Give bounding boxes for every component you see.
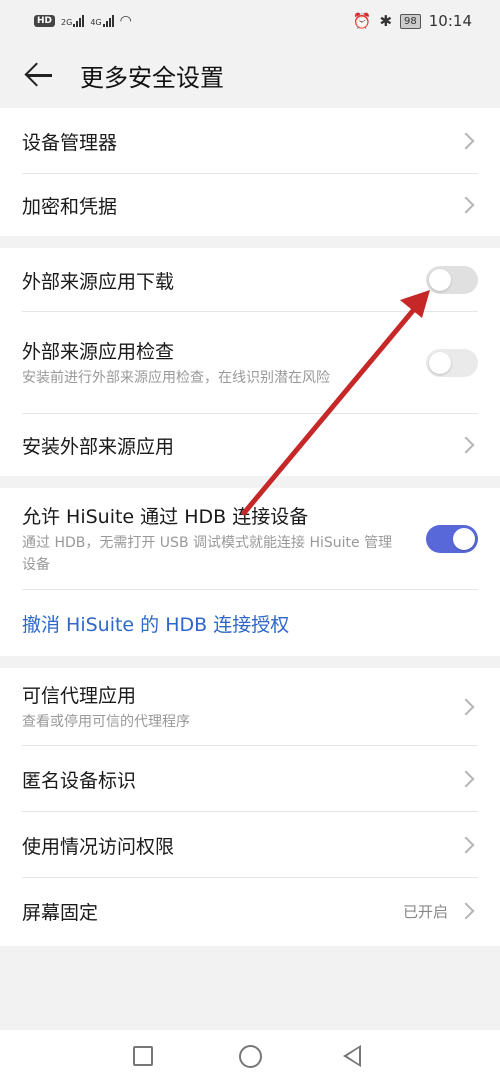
settings-group-hisuite: 允许 HiSuite 通过 HDB 连接设备 通过 HDB，无需打开 USB 调… (0, 488, 500, 656)
item-label: 屏幕固定 (22, 901, 99, 924)
screen-pinning-status: 已开启 (402, 902, 448, 921)
usage-access-item[interactable]: 使用情况访问权限 (22, 812, 478, 878)
chevron-right-icon (457, 902, 475, 920)
anonymous-id-item[interactable]: 匿名设备标识 (22, 746, 478, 812)
item-label: 可信代理应用 (22, 685, 137, 707)
signal-icon: 2G (61, 15, 85, 27)
chevron-right-icon (457, 698, 475, 716)
home-icon[interactable] (239, 1045, 262, 1068)
external-check-toggle[interactable] (426, 349, 478, 377)
chevron-right-icon (457, 132, 475, 150)
chevron-right-icon (457, 836, 475, 854)
battery-icon: 98 (400, 13, 421, 29)
item-label: 外部来源应用下载 (22, 270, 175, 293)
hd-badge: HD (34, 15, 56, 27)
item-label: 安装外部来源应用 (22, 435, 175, 458)
wifi-icon: ◠ (119, 13, 132, 29)
signal-icon: 4G (90, 15, 114, 27)
alarm-icon: ⏰ (352, 12, 372, 30)
encryption-credentials-item[interactable]: 加密和凭据 (22, 174, 478, 236)
item-label: 匿名设备标识 (22, 769, 137, 792)
chevron-right-icon (457, 436, 475, 454)
settings-group-misc: 可信代理应用 查看或停用可信的代理程序 匿名设备标识 使用情况访问权限 屏幕固定… (0, 668, 500, 946)
settings-group-external: 外部来源应用下载 外部来源应用检查 安装前进行外部来源应用检查，在线识别潜在风险… (0, 248, 500, 476)
hisuite-hdb-item[interactable]: 允许 HiSuite 通过 HDB 连接设备 通过 HDB，无需打开 USB 调… (22, 488, 478, 590)
revoke-hdb-label: 撤消 HiSuite 的 HDB 连接授权 (22, 613, 290, 636)
external-download-toggle[interactable] (426, 266, 478, 294)
device-manager-item[interactable]: 设备管理器 (22, 108, 478, 174)
arrow-left-icon[interactable] (24, 60, 54, 90)
external-download-item[interactable]: 外部来源应用下载 (22, 248, 478, 312)
revoke-hdb-link[interactable]: 撤消 HiSuite 的 HDB 连接授权 (22, 590, 478, 656)
page-title: 更多安全设置 (80, 63, 224, 92)
item-label: 允许 HiSuite 通过 HDB 连接设备 (22, 506, 309, 528)
chevron-right-icon (457, 770, 475, 788)
bluetooth-icon: ✱ (379, 12, 393, 30)
chevron-right-icon (457, 196, 475, 214)
settings-group-device: 设备管理器 加密和凭据 (0, 108, 500, 236)
item-label: 加密和凭据 (22, 195, 118, 218)
item-label: 使用情况访问权限 (22, 835, 175, 858)
back-triangle-icon[interactable] (343, 1045, 361, 1067)
install-external-item[interactable]: 安装外部来源应用 (22, 414, 478, 476)
item-label: 外部来源应用检查 (22, 341, 175, 363)
navigation-bar (0, 1030, 500, 1084)
item-description: 通过 HDB，无需打开 USB 调试模式就能连接 HiSuite 管理设备 (22, 535, 393, 573)
item-description: 查看或停用可信的代理程序 (22, 714, 190, 730)
external-check-item[interactable]: 外部来源应用检查 安装前进行外部来源应用检查，在线识别潜在风险 (22, 312, 478, 414)
item-label: 设备管理器 (22, 131, 118, 154)
trust-agents-item[interactable]: 可信代理应用 查看或停用可信的代理程序 (22, 668, 478, 746)
hisuite-hdb-toggle[interactable] (426, 525, 478, 553)
clock: 10:14 (428, 12, 472, 30)
screen-pinning-item[interactable]: 屏幕固定 已开启 (22, 878, 478, 944)
recent-apps-icon[interactable] (133, 1046, 153, 1066)
app-header: 更多安全设置 (0, 42, 500, 108)
status-bar: HD 2G 4G ◠ ⏰ ✱ 98 10:14 (0, 0, 500, 42)
item-description: 安装前进行外部来源应用检查，在线识别潜在风险 (22, 370, 330, 386)
